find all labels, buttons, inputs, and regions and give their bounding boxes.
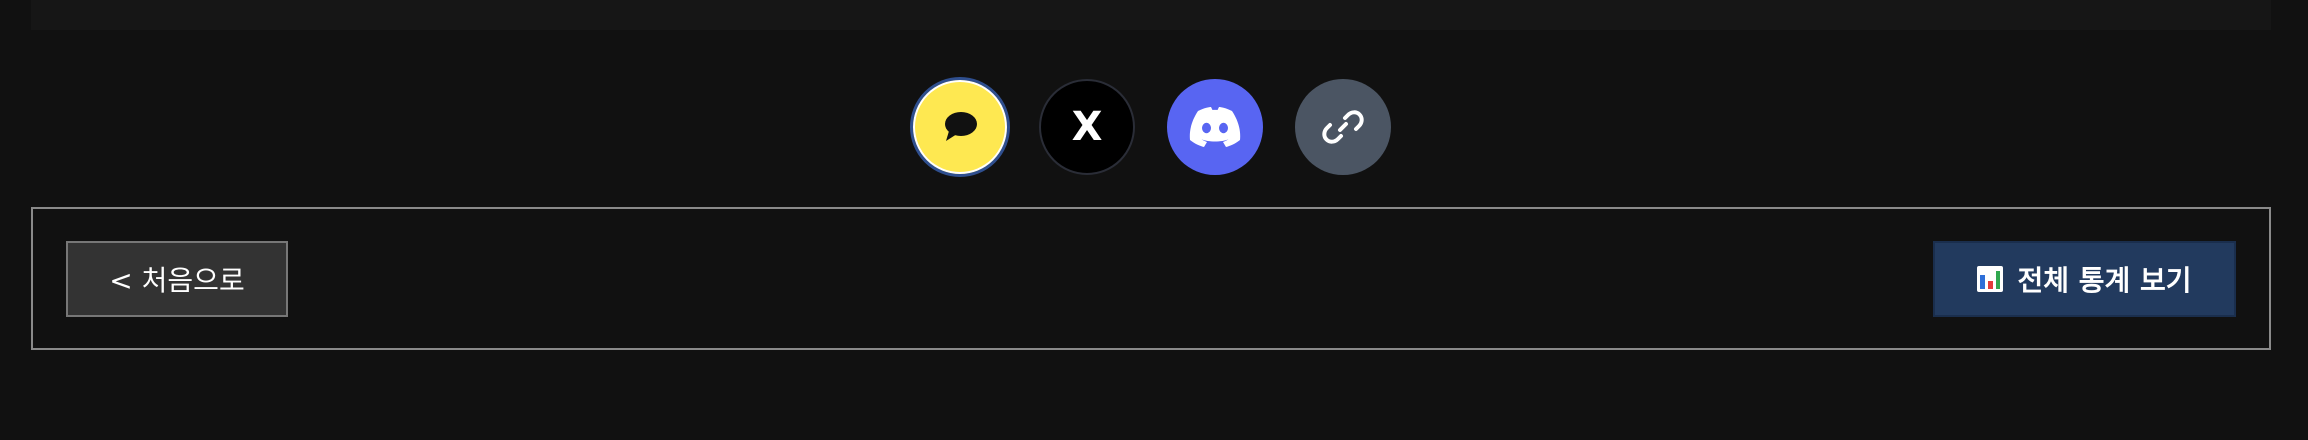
x-logo-icon: X [1071, 104, 1103, 150]
navigation-bar: < 처음으로 전체 통계 보기 [31, 207, 2271, 350]
back-to-start-button[interactable]: < 처음으로 [66, 241, 288, 317]
discord-icon [1189, 107, 1241, 147]
view-all-stats-label: 전체 통계 보기 [2017, 264, 2192, 297]
speech-bubble-icon [945, 112, 977, 141]
share-buttons-row: X [0, 75, 2308, 177]
view-all-stats-button[interactable]: 전체 통계 보기 [1933, 241, 2236, 317]
x-share-button[interactable]: X [1039, 79, 1135, 175]
discord-share-button[interactable] [1167, 79, 1263, 175]
copy-link-button[interactable] [1295, 79, 1391, 175]
link-icon [1322, 110, 1364, 144]
top-panel-edge [31, 0, 2271, 30]
kakaotalk-share-button[interactable] [910, 77, 1010, 177]
bar-chart-icon [1977, 266, 2004, 292]
